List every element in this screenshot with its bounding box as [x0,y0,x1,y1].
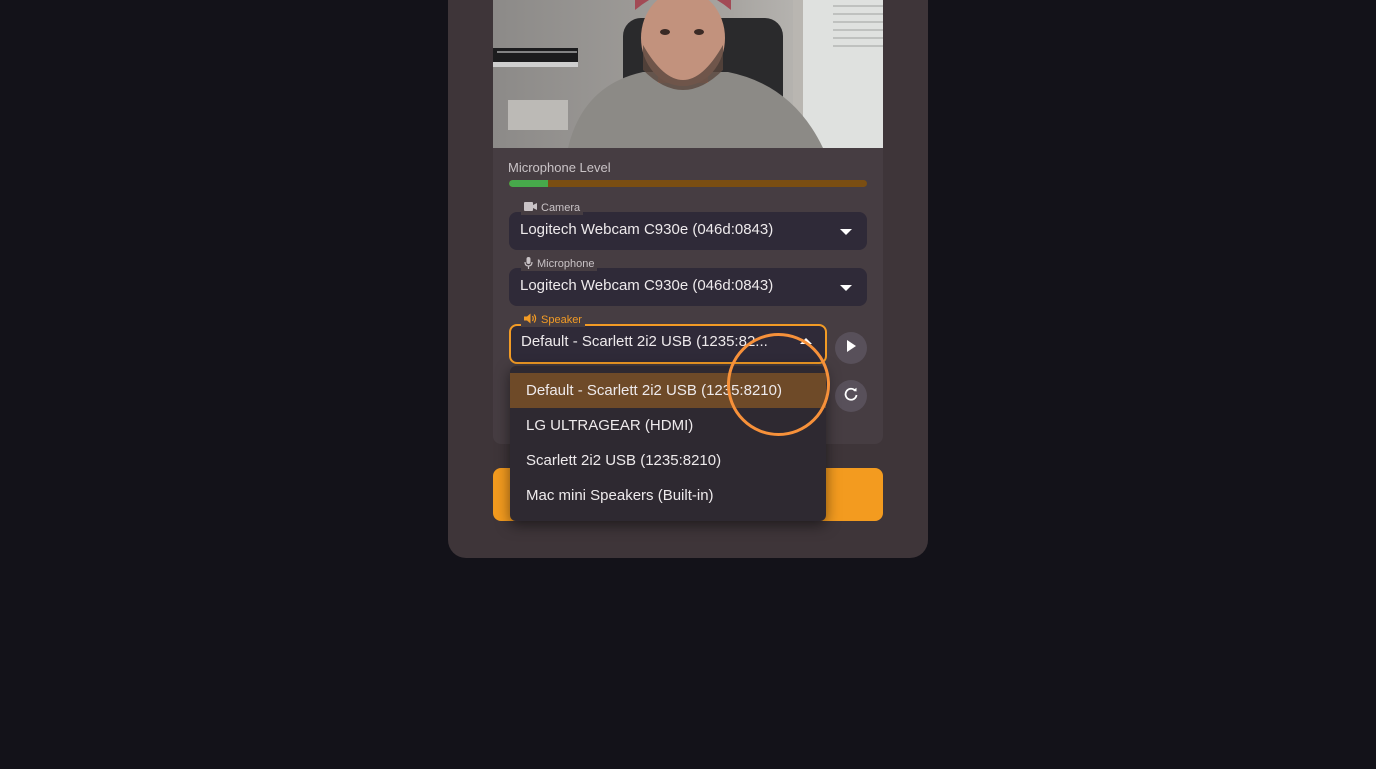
speaker-select[interactable]: Speaker Default - Scarlett 2i2 USB (1235… [509,313,827,364]
refresh-devices-button[interactable] [835,380,867,412]
camera-preview-image [493,0,883,148]
speaker-option-scarlett[interactable]: Scarlett 2i2 USB (1235:8210) [510,443,826,478]
camera-select[interactable]: Camera Logitech Webcam C930e (046d:0843) [509,201,867,250]
microphone-select-label: Microphone [537,258,595,270]
play-icon [846,339,856,357]
microphone-level-meter [509,180,867,187]
microphone-level-label: Microphone Level [508,160,611,175]
caret-down-icon [840,285,852,291]
camera-select-legend: Camera [521,201,584,215]
volume-icon [524,313,537,327]
speaker-dropdown-menu: Default - Scarlett 2i2 USB (1235:8210) L… [510,366,826,521]
speaker-option-mac-mini[interactable]: Mac mini Speakers (Built-in) [510,478,826,513]
caret-down-icon [840,229,852,235]
speaker-option-lg-ultragear[interactable]: LG ULTRAGEAR (HDMI) [510,408,826,443]
videocam-icon [524,202,537,214]
microphone-select[interactable]: Microphone Logitech Webcam C930e (046d:0… [509,256,867,306]
refresh-icon [844,387,858,406]
speaker-select-value: Default - Scarlett 2i2 USB (1235:82... [521,333,768,350]
speaker-select-label: Speaker [541,314,582,326]
caret-up-icon [800,338,812,344]
play-test-sound-button[interactable] [835,332,867,364]
speaker-select-legend: Speaker [521,313,585,327]
mic-icon [524,256,533,272]
microphone-select-legend: Microphone [521,256,598,272]
speaker-option-default[interactable]: Default - Scarlett 2i2 USB (1235:8210) [510,373,826,408]
camera-select-value: Logitech Webcam C930e (046d:0843) [520,221,774,238]
microphone-level-fill [509,180,549,187]
camera-select-label: Camera [541,202,581,214]
camera-preview [493,0,883,148]
microphone-select-value: Logitech Webcam C930e (046d:0843) [520,277,774,294]
